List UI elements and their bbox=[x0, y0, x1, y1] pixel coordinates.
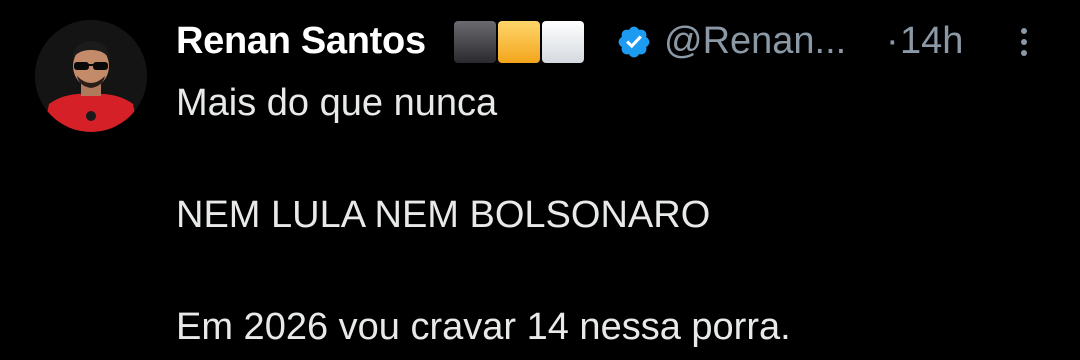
tweet-text: Mais do que nunca NEM LULA NEM BOLSONARO… bbox=[176, 75, 1056, 355]
tweet-text-line bbox=[176, 243, 1056, 299]
tweet-text-line: Em 2026 vou cravar 14 nessa porra. bbox=[176, 306, 791, 348]
author-name[interactable]: Renan Santos bbox=[176, 20, 426, 63]
avatar-image bbox=[35, 20, 147, 132]
name-emoji-flags bbox=[454, 21, 584, 63]
tweet[interactable]: Renan Santos @Renan... · 14h Mais do que… bbox=[0, 0, 1080, 360]
separator-dot: · bbox=[886, 20, 899, 62]
yellow-flag-icon bbox=[498, 21, 540, 63]
tweet-text-line: NEM LULA NEM BOLSONARO bbox=[176, 194, 711, 236]
black-flag-icon bbox=[454, 21, 496, 63]
white-flag-icon bbox=[542, 21, 584, 63]
verified-badge-icon[interactable] bbox=[616, 24, 652, 60]
more-options-icon[interactable] bbox=[1012, 22, 1036, 62]
author-handle[interactable]: @Renan... bbox=[664, 20, 846, 63]
tweet-header: Renan Santos @Renan... · 14h bbox=[176, 18, 1056, 68]
tweet-timestamp[interactable]: 14h bbox=[900, 20, 963, 63]
tweet-text-line: Mais do que nunca bbox=[176, 82, 498, 124]
tweet-text-line bbox=[176, 131, 1056, 187]
avatar[interactable] bbox=[35, 20, 147, 132]
